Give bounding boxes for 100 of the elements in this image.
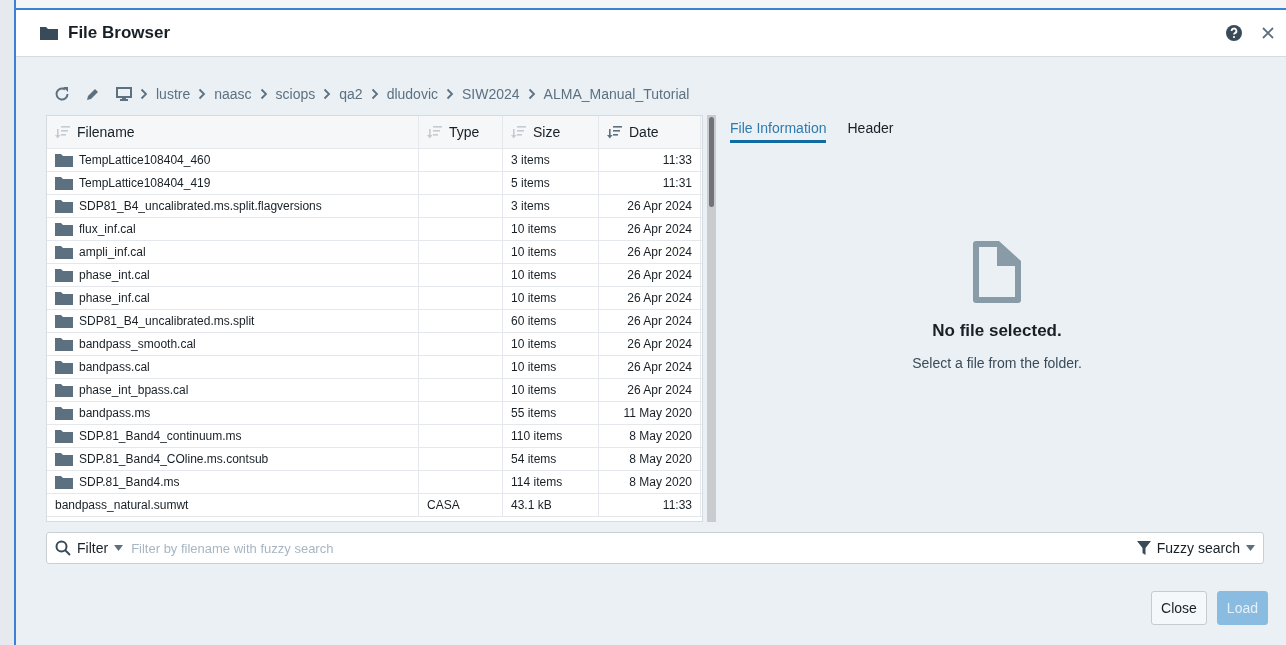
size-cell: 60 items — [503, 310, 599, 332]
date-cell: 11:33 — [599, 494, 701, 516]
close-icon[interactable] — [1262, 27, 1274, 39]
column-label: Filename — [77, 124, 135, 140]
date-cell: 8 May 2020 — [599, 471, 701, 493]
breadcrumb-link[interactable]: sciops — [275, 86, 316, 102]
folder-icon — [55, 337, 73, 351]
folder-icon — [55, 291, 73, 305]
folder-icon — [55, 360, 73, 374]
folder-icon — [55, 199, 73, 213]
folder-icon — [55, 475, 73, 489]
scrollbar[interactable] — [707, 115, 716, 522]
column-label: Date — [629, 124, 659, 140]
type-cell: CASA — [419, 494, 503, 516]
folder-icon — [55, 314, 73, 328]
pencil-icon[interactable] — [86, 87, 100, 101]
chevron-icon — [370, 88, 379, 100]
caret-icon — [114, 545, 124, 551]
size-cell: 10 items — [503, 287, 599, 309]
date-cell: 26 Apr 2024 — [599, 241, 701, 263]
size-cell: 10 items — [503, 241, 599, 263]
filename-cell[interactable]: TempLattice108404_419 — [47, 172, 419, 194]
fuzzy-search-dropdown[interactable]: Fuzzy search — [1136, 540, 1255, 556]
chevron-icon — [446, 88, 454, 100]
column-label: Type — [449, 124, 480, 140]
filename-cell[interactable]: bandpass_smooth.cal — [47, 333, 419, 355]
filename-cell[interactable]: SDP.81_Band4_COline.ms.contsub — [47, 448, 419, 470]
filename-text: flux_inf.cal — [79, 222, 136, 236]
breadcrumb-link[interactable]: SIW2024 — [462, 86, 520, 102]
folder-icon — [55, 406, 73, 420]
column-header[interactable]: Date — [599, 116, 701, 148]
size-cell: 10 items — [503, 379, 599, 401]
folder-icon — [55, 176, 73, 190]
folder-icon — [55, 153, 73, 167]
refresh-icon[interactable] — [54, 86, 70, 102]
folder-icon — [55, 429, 73, 443]
filename-cell[interactable]: TempLattice108404_460 — [47, 149, 419, 171]
breadcrumb-link[interactable]: qa2 — [339, 86, 363, 102]
filename-text: TempLattice108404_460 — [79, 153, 211, 167]
column-header[interactable]: Type — [419, 116, 503, 148]
breadcrumb-link[interactable]: naasc — [214, 86, 252, 102]
caret-icon — [1246, 545, 1255, 551]
size-cell: 10 items — [503, 264, 599, 286]
column-header[interactable]: Size — [503, 116, 599, 148]
chevron-icon — [140, 88, 148, 100]
chevron-icon — [198, 88, 207, 100]
filename-cell[interactable]: phase_inf.cal — [47, 287, 419, 309]
filename-text: phase_int_bpass.cal — [79, 383, 189, 397]
filename-cell[interactable]: bandpass_natural.sumwt — [47, 494, 419, 516]
date-cell: 8 May 2020 — [599, 425, 701, 447]
panel-tab[interactable]: Header — [847, 115, 894, 143]
search-icon — [55, 540, 71, 556]
filename-cell[interactable]: SDP.81_Band4.ms — [47, 471, 419, 493]
filename-text: bandpass_smooth.cal — [79, 337, 196, 351]
dialog-button[interactable]: Close — [1151, 591, 1207, 625]
size-cell: 3 items — [503, 195, 599, 217]
date-cell: 26 Apr 2024 — [599, 264, 701, 286]
filename-text: SDP.81_Band4.ms — [79, 475, 180, 489]
size-cell: 43.1 kB — [503, 494, 599, 516]
size-cell: 55 items — [503, 402, 599, 424]
breadcrumb-link[interactable]: dludovic — [386, 86, 438, 102]
column-header[interactable]: Filename — [47, 116, 419, 148]
breadcrumb-link[interactable]: ALMA_Manual_Tutorial — [543, 86, 690, 102]
breadcrumb-link[interactable]: lustre — [156, 86, 191, 102]
filename-cell[interactable]: SDP.81_Band4_continuum.ms — [47, 425, 419, 447]
filename-text: bandpass_natural.sumwt — [55, 498, 189, 512]
panel-tab[interactable]: File Information — [730, 115, 827, 143]
date-cell: 26 Apr 2024 — [599, 287, 701, 309]
folder-icon — [55, 268, 73, 282]
computer-icon[interactable] — [116, 87, 132, 101]
size-cell: 5 items — [503, 172, 599, 194]
filename-cell[interactable]: bandpass.cal — [47, 356, 419, 378]
date-cell: 26 Apr 2024 — [599, 218, 701, 240]
folder-icon — [55, 452, 73, 466]
date-cell: 26 Apr 2024 — [599, 310, 701, 332]
filename-cell[interactable]: phase_int.cal — [47, 264, 419, 286]
filename-cell[interactable]: SDP81_B4_uncalibrated.ms.split.flagversions — [47, 195, 419, 217]
chevron-icon — [527, 88, 536, 100]
filename-text: phase_int.cal — [79, 268, 150, 282]
filename-cell[interactable]: flux_inf.cal — [47, 218, 419, 240]
filename-cell[interactable]: SDP81_B4_uncalibrated.ms.split — [47, 310, 419, 332]
filename-text: SDP.81_Band4_COline.ms.contsub — [79, 452, 269, 466]
size-cell: 10 items — [503, 356, 599, 378]
filter-button[interactable]: Filter — [55, 540, 124, 556]
chevron-icon — [323, 88, 332, 100]
filename-text: bandpass.ms — [79, 406, 151, 420]
size-cell: 10 items — [503, 333, 599, 355]
folder-icon — [55, 222, 73, 236]
filename-cell[interactable]: ampli_inf.cal — [47, 241, 419, 263]
filter-bar[interactable]: Filter Filter by filename with fuzzy search Fuzzy search — [46, 532, 1264, 564]
empty-title: No file selected. — [932, 321, 1062, 341]
date-cell: 26 Apr 2024 — [599, 195, 701, 217]
document-icon — [973, 241, 1021, 303]
date-cell: 8 May 2020 — [599, 448, 701, 470]
filename-cell[interactable]: phase_int_bpass.cal — [47, 379, 419, 401]
filename-text: phase_inf.cal — [79, 291, 150, 305]
folder-icon — [55, 245, 73, 259]
size-cell: 114 items — [503, 471, 599, 493]
help-icon[interactable] — [1226, 25, 1242, 41]
filename-cell[interactable]: bandpass.ms — [47, 402, 419, 424]
